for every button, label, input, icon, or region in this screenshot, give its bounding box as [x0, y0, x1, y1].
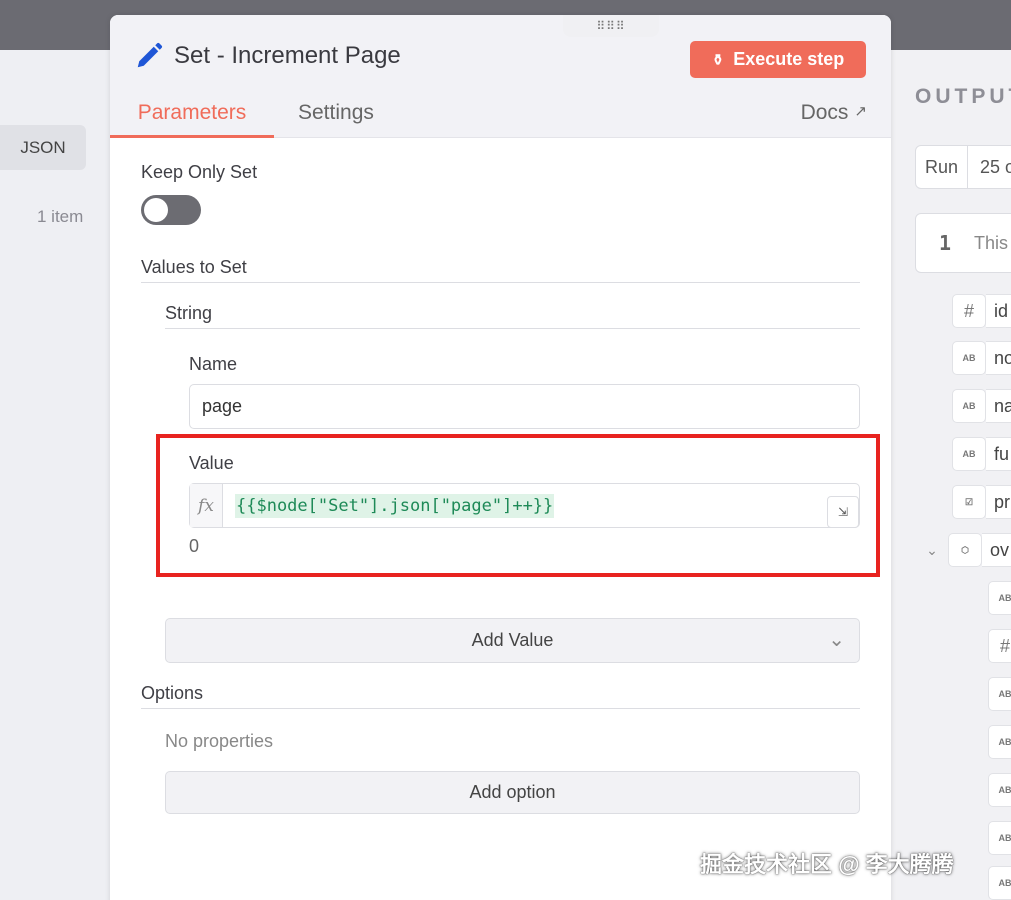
nested-field-row[interactable]: # — [988, 629, 1011, 663]
output-field-row[interactable]: # id — [952, 294, 1011, 328]
execute-step-button[interactable]: ⚱ Execute step — [690, 41, 866, 78]
output-field-name: na — [986, 389, 1011, 423]
string-type-icon: AB — [988, 725, 1011, 759]
nested-field-row[interactable]: AB — [988, 866, 1011, 900]
input-item-count: 1 item — [37, 207, 84, 226]
output-field-name: ov — [982, 533, 1011, 567]
output-field-name: fu — [986, 437, 1011, 471]
modal-header: Set - Increment Page ⚱ Execute step Para… — [110, 15, 891, 138]
number-type-icon: # — [952, 294, 986, 328]
boolean-type-icon: ☑ — [952, 485, 986, 519]
output-item-header: 1 This — [915, 213, 1011, 273]
no-properties-text: No properties — [165, 731, 274, 751]
tab-settings[interactable]: Settings — [298, 101, 374, 138]
string-type-icon: AB — [988, 866, 1011, 900]
item-info-text: This — [974, 232, 1009, 253]
output-field-name: no — [986, 341, 1011, 375]
string-type-icon: AB — [988, 677, 1011, 711]
node-title[interactable]: Set - Increment Page — [174, 42, 401, 70]
pencil-icon — [137, 42, 163, 68]
item-number: 1 — [938, 231, 952, 255]
output-panel-title: OUTPUT — [915, 85, 1011, 108]
docs-link[interactable]: Docs ↗ — [801, 101, 867, 125]
string-type-icon: AB — [952, 437, 986, 471]
keep-only-set-toggle[interactable] — [141, 195, 201, 225]
drag-handle[interactable]: ⠿⠿⠿ — [563, 15, 659, 37]
execute-step-label: Execute step — [733, 49, 845, 69]
docs-label: Docs — [800, 101, 849, 124]
string-type-icon: AB — [988, 821, 1011, 855]
string-type-icon: AB — [952, 341, 986, 375]
nested-field-row[interactable]: AB — [988, 677, 1011, 711]
options-heading: Options — [141, 683, 204, 703]
string-type-icon: AB — [988, 773, 1011, 807]
output-field-row[interactable]: ☑ pr — [952, 485, 1011, 519]
number-type-icon: # — [988, 629, 1011, 663]
node-settings-modal: Set - Increment Page ⚱ Execute step Para… — [110, 15, 891, 900]
highlight-box — [156, 434, 880, 577]
section-divider — [141, 282, 860, 283]
string-type-icon: AB — [952, 389, 986, 423]
toggle-knob — [144, 198, 168, 222]
watermark: 掘金技术社区 @ 李大腾腾 — [700, 852, 954, 877]
nested-field-row[interactable]: AB — [988, 773, 1011, 807]
nested-field-row[interactable]: AB — [988, 821, 1011, 855]
output-field-row[interactable]: ⌄ ⬡ ov — [920, 533, 1011, 567]
values-to-set-heading: Values to Set — [141, 257, 247, 277]
add-value-button[interactable]: Add Value ⌄ — [165, 618, 860, 663]
output-field-row[interactable]: AB na — [952, 389, 1011, 423]
tab-parameters[interactable]: Parameters — [110, 101, 274, 138]
external-link-icon: ↗ — [854, 103, 867, 120]
run-label: Run — [916, 146, 968, 188]
output-field-name: id — [986, 294, 1011, 328]
json-view-tab[interactable]: JSON — [0, 125, 86, 170]
nested-field-row[interactable]: AB — [988, 581, 1011, 615]
input-panel: JSON 1 item — [0, 50, 110, 900]
string-type-icon: AB — [988, 581, 1011, 615]
node-title-wrap: Set - Increment Page — [134, 41, 401, 71]
chevron-down-icon: ⌄ — [828, 629, 845, 651]
add-option-button[interactable]: Add option — [165, 771, 860, 814]
section-divider — [165, 328, 860, 329]
output-field-row[interactable]: AB no — [952, 341, 1011, 375]
object-type-icon: ⬡ — [948, 533, 982, 567]
run-value: 25 o — [980, 156, 1011, 177]
output-field-row[interactable]: AB fu — [952, 437, 1011, 471]
name-field[interactable] — [189, 384, 860, 429]
name-label: Name — [189, 354, 238, 374]
run-selector[interactable]: Run 25 o — [915, 145, 1011, 189]
add-value-label: Add Value — [471, 630, 554, 650]
string-heading: String — [165, 303, 213, 323]
section-divider — [141, 708, 860, 709]
flask-icon: ⚱ — [711, 51, 725, 69]
output-field-name: pr — [986, 485, 1011, 519]
keep-only-set-label: Keep Only Set — [141, 162, 258, 182]
nested-field-row[interactable]: AB — [988, 725, 1011, 759]
chevron-down-icon[interactable]: ⌄ — [920, 533, 944, 567]
